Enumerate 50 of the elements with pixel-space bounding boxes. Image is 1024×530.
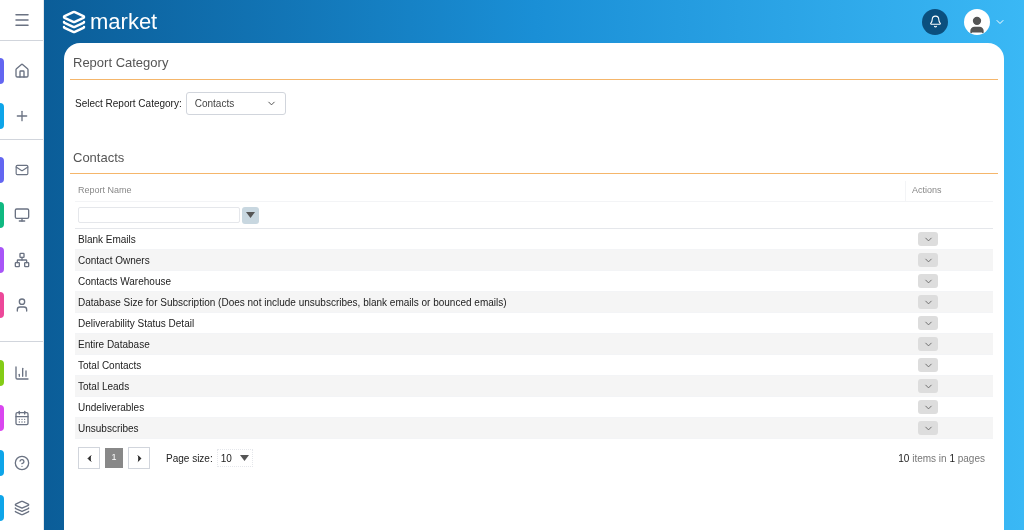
row-actions-button[interactable] <box>918 358 938 372</box>
column-header: Actions <box>905 181 993 201</box>
row-actions-button[interactable] <box>918 421 938 435</box>
layers-icon <box>13 499 30 516</box>
row-actions-button[interactable] <box>918 253 938 267</box>
caret-icon <box>239 455 249 461</box>
calendar-icon <box>13 409 30 426</box>
monitor-icon <box>13 207 30 224</box>
hierarchy-icon <box>13 252 30 269</box>
table-cell-text: Entire Database <box>77 337 151 352</box>
table-cell-text: Deliverability Status Detail <box>77 316 196 331</box>
pager-summary: 10 items in 1 pages <box>898 451 986 466</box>
table-cell-text: Database Size for Subscription (Does not include unsubscribes, blank emails or bounced emails) <box>77 295 508 310</box>
row-actions-button[interactable] <box>918 274 938 288</box>
page-button[interactable]: 1 <box>105 448 123 468</box>
column-header: Report Name <box>77 184 133 198</box>
table-cell-text: Total Leads <box>77 379 131 394</box>
row-actions-button[interactable] <box>918 295 938 309</box>
category-dropdown[interactable]: Contacts <box>185 91 286 115</box>
notification-button[interactable] <box>922 8 948 35</box>
next-page-button[interactable] <box>128 447 150 469</box>
section-title: Contacts <box>72 148 126 167</box>
page-size-label: Page size: <box>166 451 213 466</box>
caret-icon <box>246 212 255 218</box>
page-size-dropdown[interactable]: 10 <box>216 449 253 467</box>
home-icon <box>13 63 30 80</box>
row-actions-button[interactable] <box>918 379 938 393</box>
logo-text: market <box>90 10 158 33</box>
table-cell-text: Contacts Warehouse <box>77 274 172 289</box>
previous-page-button[interactable] <box>78 447 100 469</box>
row-actions-button[interactable] <box>918 400 938 414</box>
bar-chart-icon <box>13 364 30 381</box>
account-button[interactable] <box>964 8 1006 35</box>
row-actions-button[interactable] <box>918 337 938 351</box>
field-label: Select Report Category: <box>75 96 182 111</box>
avatar-icon <box>964 8 990 35</box>
help-icon <box>13 454 30 471</box>
section-title: Report Category <box>72 54 170 72</box>
table-cell-text: Undeliverables <box>77 400 146 415</box>
table-cell-text: Contact Owners <box>77 253 151 268</box>
table-cell-text: Total Contacts <box>77 358 143 373</box>
filter-field[interactable] <box>78 207 240 223</box>
table-cell-text: Unsubscribes <box>77 421 140 436</box>
mail-icon <box>14 163 29 178</box>
row-actions-button[interactable] <box>918 316 938 330</box>
logo-icon <box>62 9 86 34</box>
row-actions-button[interactable] <box>918 232 938 246</box>
bell-icon <box>928 15 942 28</box>
table-cell-text: Blank Emails <box>77 232 137 247</box>
filter-button[interactable] <box>242 206 259 224</box>
